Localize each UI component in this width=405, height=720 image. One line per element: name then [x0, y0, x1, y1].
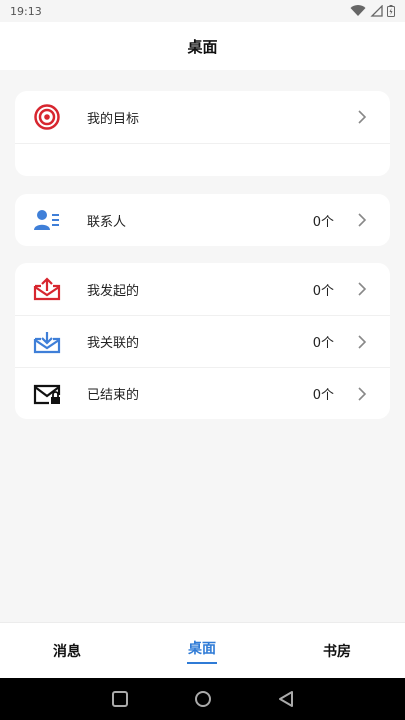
page-title: 桌面 — [187, 37, 218, 56]
finished-row[interactable]: 已结束的 0个 — [15, 367, 390, 419]
target-icon — [33, 104, 61, 130]
chevron-right-icon — [358, 282, 367, 296]
archive-mail-icon — [33, 382, 61, 406]
goal-card: 我的目标 — [15, 91, 390, 176]
related-count: 0个 — [312, 336, 334, 351]
battery-icon — [387, 5, 395, 17]
goal-label: 我的目标 — [87, 111, 140, 127]
related-row[interactable]: 我关联的 0个 — [15, 315, 390, 367]
goal-empty-area — [15, 143, 390, 176]
status-time: 19:13 — [10, 4, 42, 18]
page-header: 桌面 — [0, 22, 405, 70]
contacts-card: 联系人 0个 — [15, 194, 390, 246]
finished-count: 0个 — [312, 388, 334, 403]
status-icons — [350, 5, 395, 17]
inbox-icon — [33, 330, 61, 354]
initiated-row[interactable]: 我发起的 0个 — [15, 263, 390, 315]
contacts-count: 0个 — [312, 214, 334, 230]
tab-messages-label: 消息 — [53, 644, 81, 660]
system-nav-bar — [0, 678, 405, 720]
tab-study[interactable]: 书房 — [287, 623, 387, 679]
back-icon[interactable] — [277, 690, 295, 708]
tab-desktop-label: 桌面 — [188, 641, 216, 657]
initiated-label: 我发起的 — [87, 283, 140, 299]
wifi-icon — [350, 5, 366, 17]
outbox-icon — [33, 277, 61, 301]
home-icon[interactable] — [194, 690, 212, 708]
chevron-right-icon — [358, 213, 367, 227]
contacts-label: 联系人 — [87, 214, 127, 230]
tasks-card: 我发起的 0个 我关联的 0个 已结束的 0个 — [15, 263, 390, 419]
initiated-count: 0个 — [312, 283, 334, 299]
contacts-row[interactable]: 联系人 0个 — [15, 194, 390, 246]
active-tab-indicator — [187, 662, 217, 664]
signal-icon — [370, 5, 383, 17]
related-label: 我关联的 — [87, 336, 140, 351]
chevron-right-icon — [358, 335, 367, 349]
recents-icon[interactable] — [111, 690, 129, 708]
bottom-tab-bar: 消息 桌面 书房 — [0, 622, 405, 679]
chevron-right-icon — [358, 110, 367, 124]
finished-label: 已结束的 — [87, 388, 140, 403]
tab-study-label: 书房 — [323, 644, 351, 660]
chevron-right-icon — [358, 387, 367, 401]
tab-messages[interactable]: 消息 — [17, 623, 117, 679]
status-bar: 19:13 — [0, 0, 405, 22]
tab-desktop[interactable]: 桌面 — [152, 623, 252, 679]
goal-row[interactable]: 我的目标 — [15, 91, 390, 143]
contacts-icon — [33, 208, 61, 232]
